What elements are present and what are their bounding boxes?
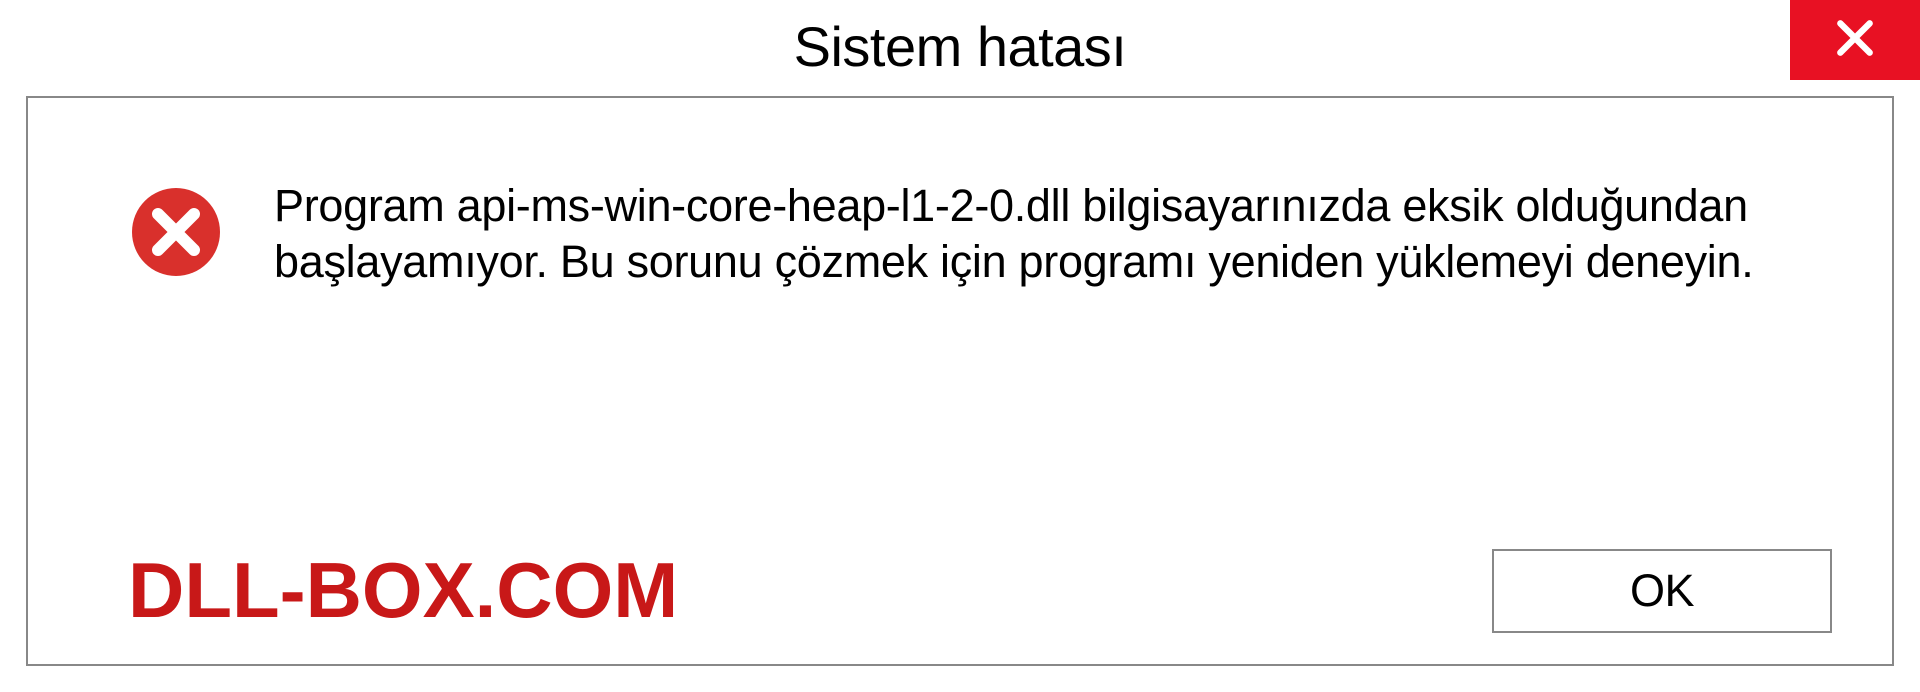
titlebar: Sistem hatası [0,0,1920,92]
error-icon [128,184,224,285]
dialog-content: Program api-ms-win-core-heap-l1-2-0.dll … [26,96,1894,666]
close-button[interactable] [1790,0,1920,80]
dialog-footer: DLL-BOX.COM OK [28,545,1892,636]
dialog-message: Program api-ms-win-core-heap-l1-2-0.dll … [274,178,1814,291]
ok-button[interactable]: OK [1492,549,1832,633]
watermark-text: DLL-BOX.COM [128,545,678,636]
message-row: Program api-ms-win-core-heap-l1-2-0.dll … [28,98,1892,291]
close-icon [1833,16,1877,65]
dialog-title: Sistem hatası [794,14,1127,79]
